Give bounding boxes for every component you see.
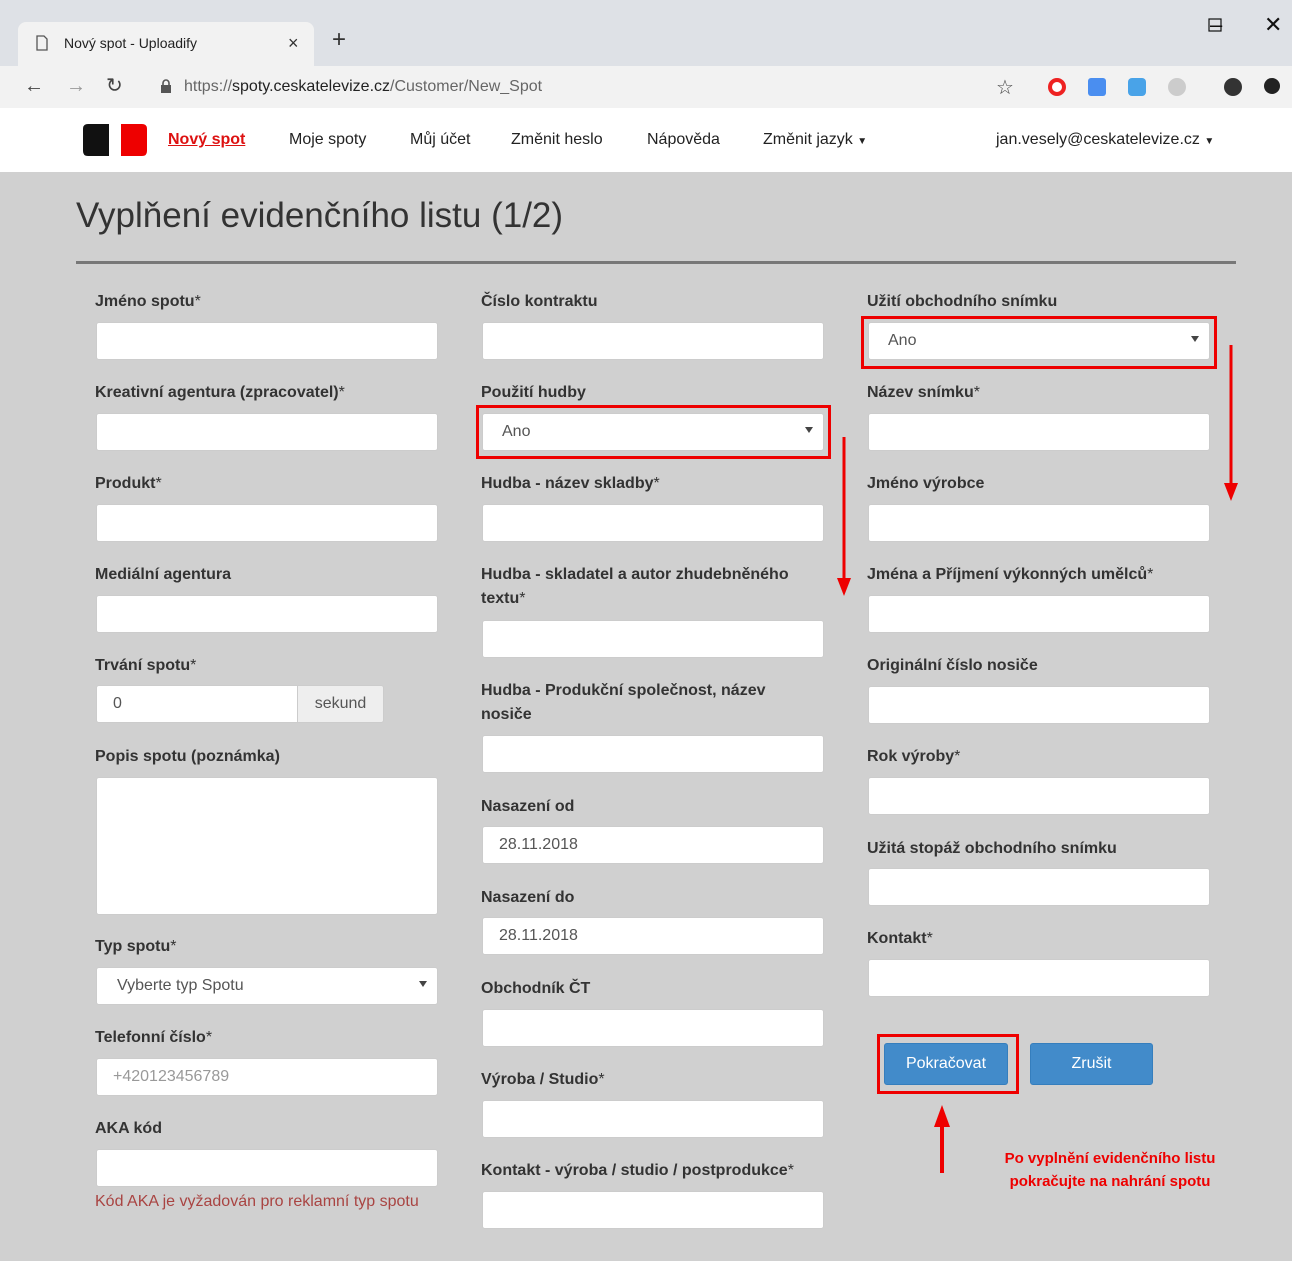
label-ct-salesperson: Obchodník ČT bbox=[481, 980, 591, 997]
page-icon bbox=[36, 35, 48, 51]
lock-icon bbox=[161, 79, 171, 93]
label-airing-to: Nasazení do bbox=[481, 889, 575, 906]
airing-from-date-input[interactable]: 28.11.2018 bbox=[482, 826, 824, 864]
product-input[interactable] bbox=[96, 504, 438, 542]
label-production-year: Rok výroby bbox=[867, 745, 960, 769]
continue-button-highlight bbox=[877, 1034, 1019, 1094]
original-carrier-number-input[interactable] bbox=[868, 686, 1210, 724]
music-usage-highlight bbox=[476, 405, 831, 459]
production-year-input[interactable] bbox=[868, 777, 1210, 815]
upload-extension-icon[interactable] bbox=[1264, 78, 1280, 94]
recording-title-input[interactable] bbox=[868, 413, 1210, 451]
label-music-usage: Použití hudby bbox=[481, 384, 586, 401]
label-used-footage-length: Užitá stopáž obchodního snímku bbox=[867, 840, 1117, 857]
chevron-down-icon bbox=[419, 981, 427, 987]
reload-icon[interactable]: ↻ bbox=[106, 76, 123, 96]
label-spot-type: Typ spotu bbox=[95, 935, 176, 959]
creative-agency-input[interactable] bbox=[96, 413, 438, 451]
music-production-company-input[interactable] bbox=[482, 735, 824, 773]
label-original-carrier-number: Originální číslo nosiče bbox=[867, 657, 1038, 674]
phone-input[interactable]: +420123456789 bbox=[96, 1058, 438, 1096]
bookmark-star-icon[interactable]: ☆ bbox=[996, 75, 1014, 100]
dropdown-caret-icon: ▼ bbox=[1204, 136, 1215, 147]
label-producer-name: Jméno výrobce bbox=[867, 475, 985, 492]
recording-usage-highlight bbox=[861, 316, 1217, 369]
ct-logo[interactable] bbox=[82, 122, 148, 158]
music-title-input[interactable] bbox=[482, 504, 824, 542]
down-arrow-recording bbox=[1224, 345, 1238, 501]
opera-extension-icon[interactable] bbox=[1048, 78, 1066, 96]
cloud-extension-icon[interactable] bbox=[1128, 78, 1146, 96]
label-contract-number: Číslo kontraktu bbox=[481, 293, 598, 310]
page-title: Vyplňení evidenčního listu (1/2) bbox=[76, 196, 564, 235]
production-contact-input[interactable] bbox=[482, 1191, 824, 1229]
nav-new-spot[interactable]: Nový spot bbox=[168, 131, 245, 149]
url-text: https://spoty.ceskatelevize.cz/Customer/… bbox=[184, 78, 543, 95]
aka-code-validation-hint: Kód AKA je vyžadován pro reklamní typ sp… bbox=[95, 1193, 419, 1210]
nav-change-language[interactable]: Změnit jazyk ▼ bbox=[763, 131, 867, 149]
spot-description-textarea[interactable] bbox=[96, 777, 438, 915]
music-composer-input[interactable] bbox=[482, 620, 824, 658]
browser-tab-strip: Nový spot - Uploadify × + – ✕ bbox=[0, 0, 1292, 66]
profile-extension-icon[interactable] bbox=[1224, 78, 1242, 96]
nav-my-spots[interactable]: Moje spoty bbox=[289, 131, 366, 149]
site-navbar: Nový spot Moje spoty Můj účet Změnit hes… bbox=[0, 108, 1292, 172]
label-product: Produkt bbox=[95, 472, 162, 496]
spot-duration-input[interactable]: 0 bbox=[96, 685, 298, 723]
producer-name-input[interactable] bbox=[868, 504, 1210, 542]
used-footage-length-input[interactable] bbox=[868, 868, 1210, 906]
new-tab-icon[interactable]: + bbox=[332, 28, 346, 52]
cancel-button[interactable]: Zrušit bbox=[1030, 1043, 1153, 1085]
contact-input[interactable] bbox=[868, 959, 1210, 997]
nav-help[interactable]: Nápověda bbox=[647, 131, 720, 149]
forward-icon[interactable]: → bbox=[66, 76, 86, 96]
nav-my-account[interactable]: Můj účet bbox=[410, 131, 470, 149]
close-tab-icon[interactable]: × bbox=[288, 33, 299, 54]
production-studio-input[interactable] bbox=[482, 1100, 824, 1138]
spot-name-input[interactable] bbox=[96, 322, 438, 360]
close-window-icon[interactable]: ✕ bbox=[1264, 12, 1282, 38]
dropdown-caret-icon: ▼ bbox=[857, 136, 868, 147]
spot-type-select[interactable]: Vyberte typ Spotu bbox=[96, 967, 438, 1005]
label-music-production-company: Hudba - Produkční společnost, název nosi… bbox=[481, 682, 766, 723]
label-music-composer: Hudba - skladatel a autor zhudebněného t… bbox=[481, 563, 826, 611]
airing-to-date-input[interactable]: 28.11.2018 bbox=[482, 917, 824, 955]
label-contact: Kontakt bbox=[867, 927, 933, 951]
label-recording-title: Název snímku bbox=[867, 381, 980, 405]
label-performers-names: Jména a Příjmení výkonných umělců bbox=[867, 563, 1153, 587]
label-spot-name: Jméno spotu bbox=[95, 290, 201, 314]
label-production-studio: Výroba / Studio bbox=[481, 1068, 605, 1092]
down-arrow-music bbox=[837, 437, 851, 596]
annotation-note: Po vyplnění evidenčního listu pokračujte… bbox=[1004, 1150, 1216, 1190]
title-divider bbox=[76, 261, 1236, 264]
label-airing-from: Nasazení od bbox=[481, 798, 575, 815]
label-phone: Telefonní číslo bbox=[95, 1026, 212, 1050]
translate-extension-icon[interactable] bbox=[1088, 78, 1106, 96]
disabled-extension-icon[interactable] bbox=[1168, 78, 1186, 96]
back-icon[interactable]: ← bbox=[24, 76, 44, 96]
contract-number-input[interactable] bbox=[482, 322, 824, 360]
label-music-title: Hudba - název skladby bbox=[481, 472, 660, 496]
aka-code-input[interactable] bbox=[96, 1149, 438, 1187]
tab-title: Nový spot - Uploadify bbox=[64, 35, 198, 51]
label-aka-code: AKA kód bbox=[95, 1120, 162, 1137]
nav-change-password[interactable]: Změnit heslo bbox=[511, 131, 603, 149]
browser-tab[interactable]: Nový spot - Uploadify × bbox=[18, 22, 314, 66]
label-spot-description: Popis spotu (poznámka) bbox=[95, 748, 280, 765]
media-agency-input[interactable] bbox=[96, 595, 438, 633]
label-production-contact: Kontakt - výroba / studio / postprodukce bbox=[481, 1159, 794, 1183]
address-bar[interactable]: https://spoty.ceskatelevize.cz/Customer/… bbox=[150, 72, 1020, 102]
label-creative-agency: Kreativní agentura (zpracovatel) bbox=[95, 381, 345, 405]
label-spot-duration: Trvání spotu bbox=[95, 654, 196, 678]
up-arrow-continue bbox=[934, 1105, 950, 1173]
duration-unit-addon: sekund bbox=[297, 685, 384, 723]
label-commercial-recording-usage: Užití obchodního snímku bbox=[867, 293, 1058, 310]
ct-salesperson-input[interactable] bbox=[482, 1009, 824, 1047]
label-media-agency: Mediální agentura bbox=[95, 566, 232, 583]
maximize-icon[interactable] bbox=[1208, 16, 1222, 37]
nav-user-menu[interactable]: jan.vesely@ceskatelevize.cz ▼ bbox=[996, 131, 1214, 149]
performers-names-input[interactable] bbox=[868, 595, 1210, 633]
